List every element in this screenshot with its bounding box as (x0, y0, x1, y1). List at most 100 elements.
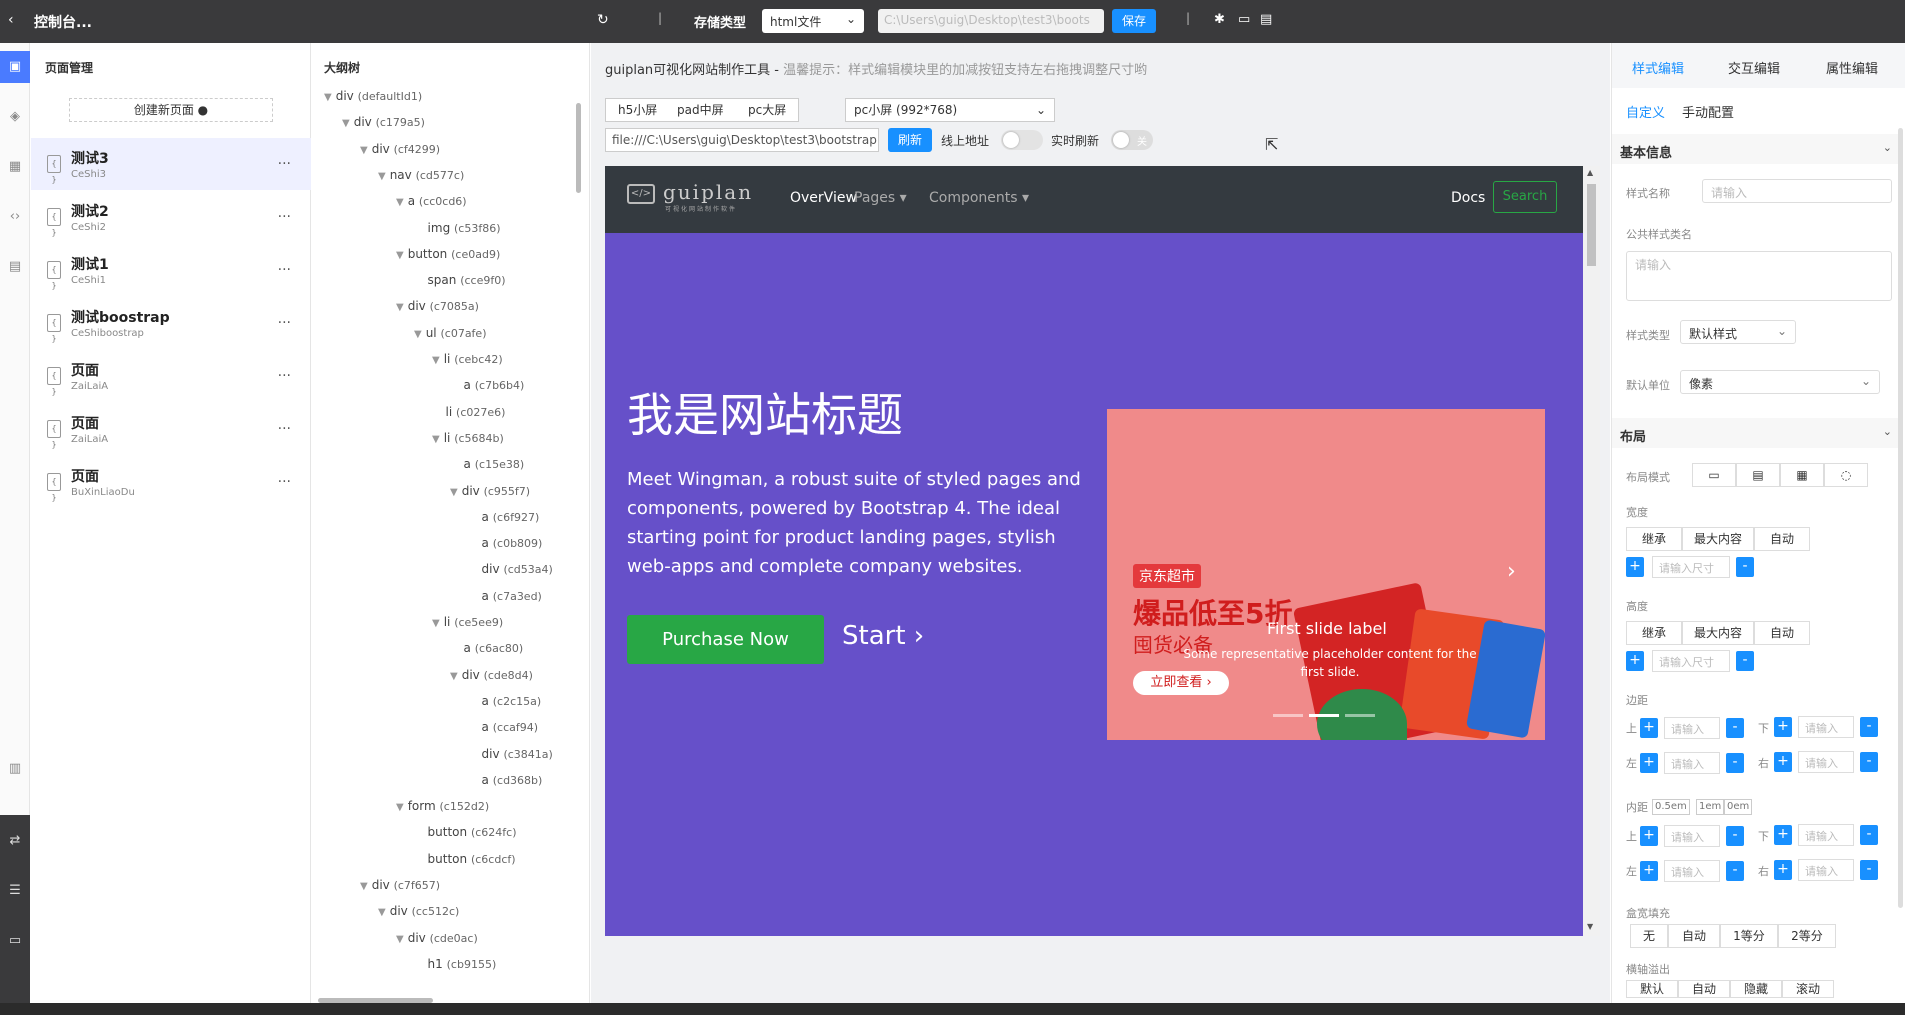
tree-node[interactable]: button (c6cdcf) (414, 852, 516, 866)
more-icon[interactable]: ... (278, 152, 291, 168)
padding-chip[interactable]: 1em (1696, 799, 1725, 815)
scroll-up-icon[interactable]: ▲ (1587, 168, 1593, 177)
margin-top-increase[interactable]: + (1640, 718, 1658, 738)
caret-down-icon[interactable]: ▼ (360, 145, 368, 156)
margin-bottom-decrease[interactable]: - (1860, 717, 1878, 737)
caret-down-icon[interactable]: ▼ (324, 92, 332, 103)
more-icon[interactable]: ... (278, 205, 291, 221)
fill-two-parts[interactable]: 2等分 (1778, 924, 1836, 948)
caret-down-icon[interactable]: ▼ (450, 487, 458, 498)
padding-chip[interactable]: 0.5em (1652, 799, 1690, 815)
tree-node[interactable]: ▼ div (defaultId1) (324, 89, 422, 103)
create-page-button[interactable]: 创建新页面 ● (69, 98, 273, 122)
overflow-default[interactable]: 默认 (1626, 980, 1678, 998)
screen-pc-button[interactable]: pc大屏 (736, 98, 800, 122)
refresh-button[interactable]: 刷新 (888, 128, 932, 152)
tree-node[interactable]: ▼ ul (c07afe) (414, 326, 487, 340)
height-inherit[interactable]: 继承 (1626, 621, 1682, 645)
overflow-auto[interactable]: 自动 (1678, 980, 1730, 998)
margin-left-decrease[interactable]: - (1726, 753, 1744, 773)
padding-top-decrease[interactable]: - (1726, 826, 1744, 846)
margin-bottom-increase[interactable]: + (1774, 717, 1792, 737)
nav-docs[interactable]: Docs (1451, 190, 1485, 206)
screen-h5-button[interactable]: h5小屏 (605, 98, 671, 122)
section-basic-info[interactable]: 基本信息 ⌄ (1612, 134, 1902, 164)
margin-right-input[interactable]: 请输入 (1798, 751, 1854, 773)
width-input[interactable]: 请输入尺寸 (1652, 556, 1730, 578)
caret-down-icon[interactable]: ▼ (414, 329, 422, 340)
caret-down-icon[interactable]: ▼ (450, 671, 458, 682)
carousel-indicator[interactable] (1273, 714, 1303, 717)
hero-carousel[interactable]: 京东超市 爆品低至5折 囤货必备 立即查看 › First slide labe… (1107, 409, 1545, 740)
caret-down-icon[interactable]: ▼ (396, 197, 404, 208)
page-preview[interactable]: </> guiplan 可视化网站制作软件 OverView Pages ▾ C… (605, 166, 1600, 936)
tree-node[interactable]: ▼ nav (cd577c) (378, 168, 464, 182)
screen-pad-button[interactable]: pad中屏 (665, 98, 737, 122)
tree-node[interactable]: img (c53f86) (414, 221, 501, 235)
height-auto[interactable]: 自动 (1754, 621, 1810, 645)
tree-node[interactable]: div (c3841a) (468, 747, 553, 761)
padding-top-increase[interactable]: + (1640, 826, 1658, 846)
tree-node[interactable]: ▼ div (c7085a) (396, 299, 479, 313)
margin-left-input[interactable]: 请输入 (1664, 752, 1720, 774)
padding-left-increase[interactable]: + (1640, 861, 1658, 881)
tree-node[interactable]: ▼ div (c7f657) (360, 878, 440, 892)
page-list-item[interactable]: { } 测试1 CeShi1... (31, 244, 311, 296)
fill-one-part[interactable]: 1等分 (1720, 924, 1778, 948)
scroll-down-icon[interactable]: ▼ (1587, 922, 1593, 931)
caret-down-icon[interactable]: ▼ (396, 802, 404, 813)
tab-attributes[interactable]: 属性编辑 (1826, 58, 1878, 77)
tree-node[interactable]: h1 (cb9155) (414, 957, 497, 971)
page-list-item[interactable]: { } 页面 BuXinLiaoDu... (31, 456, 311, 508)
caret-down-icon[interactable]: ▼ (432, 355, 440, 366)
caret-down-icon[interactable]: ▼ (396, 934, 404, 945)
database-icon[interactable]: ▤ (0, 251, 30, 283)
section-layout[interactable]: 布局 ⌄ (1612, 418, 1902, 448)
page-list-item[interactable]: { } 测试3 CeShi3... (31, 138, 311, 190)
padding-chip[interactable]: 0em (1724, 799, 1753, 815)
caret-down-icon[interactable]: ▼ (342, 118, 350, 129)
more-icon[interactable]: ... (278, 364, 291, 380)
storage-type-select[interactable]: html文件 ⌄ (762, 9, 864, 33)
tree-node[interactable]: a (ccaf94) (468, 720, 538, 734)
overflow-hidden[interactable]: 隐藏 (1730, 980, 1782, 998)
preview-url-input[interactable]: file:///C:\Users\guig\Desktop\test3\boot… (605, 128, 879, 152)
tree-node[interactable]: a (c6f927) (468, 510, 540, 524)
carousel-indicator[interactable] (1345, 714, 1375, 717)
tree-node[interactable]: ▼ li (ce5ee9) (432, 615, 503, 629)
tree-node[interactable]: ▼ div (cc512c) (378, 904, 459, 918)
save-path-input[interactable]: C:\Users\guig\Desktop\test3\boots (878, 9, 1104, 33)
more-icon[interactable]: ... (278, 417, 291, 433)
nav-overview[interactable]: OverView (790, 190, 857, 206)
file-edit-icon[interactable]: ▤ (1260, 12, 1272, 27)
book-icon[interactable]: ▥ (0, 753, 30, 785)
page-list-item[interactable]: { } 测试boostrap CeShiboostrap... (31, 297, 311, 349)
layout-hidden-icon[interactable]: ◌ (1824, 463, 1868, 487)
style-name-input[interactable]: 请输入 (1702, 179, 1892, 203)
tree-node[interactable]: ▼ li (c5684b) (432, 431, 504, 445)
width-decrease-button[interactable]: - (1736, 557, 1754, 577)
caret-down-icon[interactable]: ▼ (396, 250, 404, 261)
search-button[interactable]: Search (1493, 181, 1557, 213)
pages-icon[interactable]: ▣ (0, 51, 30, 83)
padding-bottom-input[interactable]: 请输入 (1798, 824, 1854, 846)
style-type-select[interactable]: 默认样式 ⌄ (1680, 320, 1796, 344)
width-inherit[interactable]: 继承 (1626, 527, 1682, 551)
height-max-content[interactable]: 最大内容 (1682, 621, 1754, 645)
margin-bottom-input[interactable]: 请输入 (1798, 716, 1854, 738)
tree-node[interactable]: ▼ button (ce0ad9) (396, 247, 500, 261)
purchase-button[interactable]: Purchase Now (627, 615, 824, 664)
margin-right-increase[interactable]: + (1774, 752, 1792, 772)
caret-down-icon[interactable]: ▼ (432, 434, 440, 445)
swap-icon[interactable]: ⇄ (0, 825, 30, 857)
tree-node[interactable]: li (c027e6) (432, 405, 506, 419)
tree-node[interactable]: ▼ a (cc0cd6) (396, 194, 467, 208)
page-list-item[interactable]: { } 页面 ZaiLaiA... (31, 350, 311, 402)
subtab-manual[interactable]: 手动配置 (1682, 102, 1734, 121)
tree-node[interactable]: ▼ div (cf4299) (360, 142, 440, 156)
tree-node[interactable]: ▼ div (cde0ac) (396, 931, 478, 945)
page-list-item[interactable]: { } 页面 ZaiLaiA... (31, 403, 311, 455)
carousel-next-icon[interactable]: › (1507, 559, 1516, 584)
fill-none[interactable]: 无 (1630, 924, 1668, 948)
default-unit-select[interactable]: 像素 ⌄ (1680, 370, 1880, 394)
